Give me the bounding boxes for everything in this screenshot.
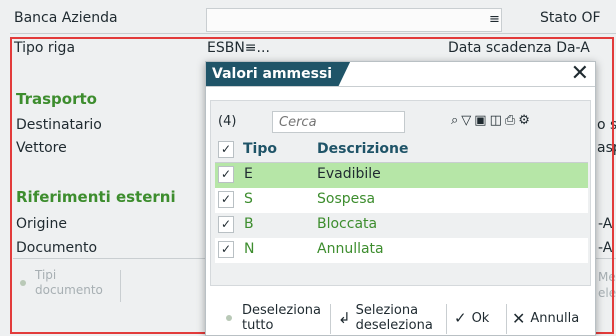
swap-icon: ↲ <box>338 308 351 327</box>
banca-azienda-field[interactable]: ≡ <box>206 8 502 32</box>
select-all-checkbox[interactable]: ✓ <box>218 141 234 158</box>
banca-azienda-label: Banca Azienda <box>14 10 118 26</box>
row-tipo: B <box>244 216 254 232</box>
toolbar: ⌕▽▣◫⎙⚙ <box>451 113 533 128</box>
filter-icon[interactable]: ▽ <box>461 113 474 128</box>
ok-button[interactable]: ✓ Ok <box>454 300 502 336</box>
check-icon: ✓ <box>454 308 467 327</box>
table-row[interactable]: ✓ E Evadibile <box>215 163 588 188</box>
row-tipo: E <box>244 166 253 182</box>
table-row[interactable]: ✓ B Bloccata <box>215 213 588 238</box>
record-count: (4) <box>218 114 237 129</box>
row-checkbox[interactable]: ✓ <box>218 166 234 183</box>
divider <box>330 304 331 334</box>
column-header-tipo[interactable]: Tipo <box>243 141 277 157</box>
close-icon[interactable]: ✕ <box>571 63 589 85</box>
zoom-icon[interactable]: ⌕ <box>451 113 461 128</box>
divider <box>446 304 447 334</box>
seleziona-deseleziona-button[interactable]: ↲ Seleziona deseleziona <box>338 300 442 336</box>
dialog-content: (4) ⌕▽▣◫⎙⚙ ✓ Tipo Descrizione ✓ E Evadib… <box>210 100 591 286</box>
dialog-actions: Deseleziona tutto ↲ Seleziona deselezion… <box>206 300 595 336</box>
annulla-label: Annulla <box>530 310 580 326</box>
deseleziona-tutto-button[interactable]: Deseleziona tutto <box>226 300 326 336</box>
close-icon: ✕ <box>512 308 526 328</box>
table-row[interactable]: ✓ N Annullata <box>215 238 588 263</box>
row-descrizione: Bloccata <box>317 216 378 232</box>
row-descrizione: Evadibile <box>317 166 381 182</box>
row-checkbox[interactable]: ✓ <box>218 216 234 233</box>
row-checkbox[interactable]: ✓ <box>218 241 234 258</box>
column-header-descrizione[interactable]: Descrizione <box>317 141 408 157</box>
row-tipo: N <box>244 241 255 257</box>
divider <box>506 304 507 334</box>
divider <box>10 33 616 34</box>
banca-dropdown-icon[interactable]: ≡ <box>489 12 500 27</box>
print-icon[interactable]: ⎙ <box>505 113 518 128</box>
row-checkbox[interactable]: ✓ <box>218 191 234 208</box>
annulla-button[interactable]: ✕ Annulla <box>512 300 592 336</box>
stato-of-label: Stato OF <box>540 10 601 26</box>
deseleziona-tutto-label: Deseleziona tutto <box>242 303 321 333</box>
save-icon[interactable]: ▣ <box>474 113 489 128</box>
dialog-title: Valori ammessi <box>206 62 351 86</box>
valori-ammessi-dialog: Valori ammessi ✕ (4) ⌕▽▣◫⎙⚙ ✓ Tipo Descr… <box>205 61 596 336</box>
search-input[interactable] <box>272 111 405 133</box>
bullet-icon <box>226 315 232 321</box>
copy-icon[interactable]: ◫ <box>490 113 505 128</box>
ok-label: Ok <box>471 310 490 326</box>
settings-icon[interactable]: ⚙ <box>518 113 533 128</box>
seleziona-deseleziona-label: Seleziona deseleziona <box>355 303 433 333</box>
table-row[interactable]: ✓ S Sospesa <box>215 188 588 213</box>
row-descrizione: Sospesa <box>317 191 376 207</box>
row-descrizione: Annullata <box>317 241 384 257</box>
table-header: ✓ Tipo Descrizione <box>215 138 588 163</box>
row-tipo: S <box>244 191 253 207</box>
dialog-title-bar: Valori ammessi ✕ <box>206 62 595 87</box>
